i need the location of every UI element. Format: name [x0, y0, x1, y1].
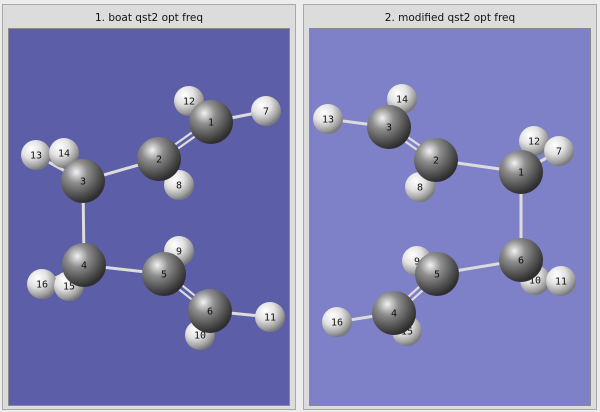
atom-label: 12	[528, 137, 540, 148]
molecule-window-2[interactable]: 2. modified qst2 opt freq 14 13 12 7 8 9 10 11 1…	[303, 4, 597, 410]
atom-label: 1	[208, 118, 214, 129]
atom-label: 14	[396, 95, 408, 106]
atom-label: 13	[30, 151, 42, 162]
atom-label: 3	[386, 123, 392, 134]
carbon-atom-5[interactable]: 5	[415, 252, 459, 296]
carbon-atom-3[interactable]: 3	[61, 159, 105, 203]
hydrogen-atom-13[interactable]: 13	[313, 104, 343, 134]
carbon-atom-6[interactable]: 6	[499, 238, 543, 282]
atom-label: 12	[183, 97, 195, 108]
carbon-atom-1[interactable]: 1	[499, 150, 543, 194]
atom-label: 7	[263, 107, 269, 118]
atom-label: 16	[331, 318, 343, 329]
carbon-atom-6[interactable]: 6	[188, 289, 232, 333]
hydrogen-atom-13[interactable]: 13	[21, 140, 51, 170]
atom-label: 2	[433, 156, 439, 167]
atom-label: 2	[156, 155, 162, 166]
atom-label: 6	[207, 307, 213, 318]
atom-label: 4	[391, 309, 397, 320]
atom-label: 9	[176, 247, 182, 258]
atom-label: 8	[417, 183, 423, 194]
atom-label: 5	[434, 270, 440, 281]
atom-label: 11	[264, 313, 276, 324]
window-title: 2. modified qst2 opt freq	[384, 12, 516, 24]
window-title: 1. boat qst2 opt freq	[94, 12, 204, 24]
hydrogen-atom-16[interactable]: 16	[27, 269, 57, 299]
hydrogen-atom-11[interactable]: 11	[546, 266, 576, 296]
carbon-atom-5[interactable]: 5	[142, 252, 186, 296]
atom-label: 8	[176, 181, 182, 192]
molecule-canvas[interactable]: 12713 148916 151110132456	[9, 29, 289, 405]
carbon-atom-3[interactable]: 3	[367, 105, 411, 149]
atom-label: 6	[518, 256, 524, 267]
hydrogen-atom-7[interactable]: 7	[251, 96, 281, 126]
atom-label: 16	[36, 280, 48, 291]
molecule-canvas[interactable]: 14131278910 111615321654	[310, 29, 590, 405]
atom-label: 11	[555, 277, 567, 288]
atom-label: 4	[81, 261, 87, 272]
molecule-viewport[interactable]: 14 13 12 7 8 9 10 11 16 15 3 2 1 6 5 4	[309, 28, 591, 406]
hydrogen-atom-7[interactable]: 7	[544, 136, 574, 166]
hydrogen-atom-11[interactable]: 11	[255, 302, 285, 332]
molecule-viewport[interactable]: 12 7 13 14 8 9 16 15 11 10 1 3 2 4 5 6	[8, 28, 290, 406]
atom-label: 5	[161, 270, 167, 281]
atom-label: 7	[556, 147, 562, 158]
carbon-atom-2[interactable]: 2	[137, 137, 181, 181]
atom-label: 14	[58, 149, 70, 160]
atom-label: 3	[80, 177, 86, 188]
carbon-atom-2[interactable]: 2	[414, 138, 458, 182]
carbon-atom-4[interactable]: 4	[372, 291, 416, 335]
atom-label: 1	[518, 168, 524, 179]
carbon-atom-1[interactable]: 1	[189, 100, 233, 144]
atom-label: 13	[322, 115, 334, 126]
hydrogen-atom-16[interactable]: 16	[322, 307, 352, 337]
molecule-window-1[interactable]: 1. boat qst2 opt freq 12 7 13 14 8 9 16 15 11 10 1…	[2, 4, 296, 410]
carbon-atom-4[interactable]: 4	[62, 243, 106, 287]
